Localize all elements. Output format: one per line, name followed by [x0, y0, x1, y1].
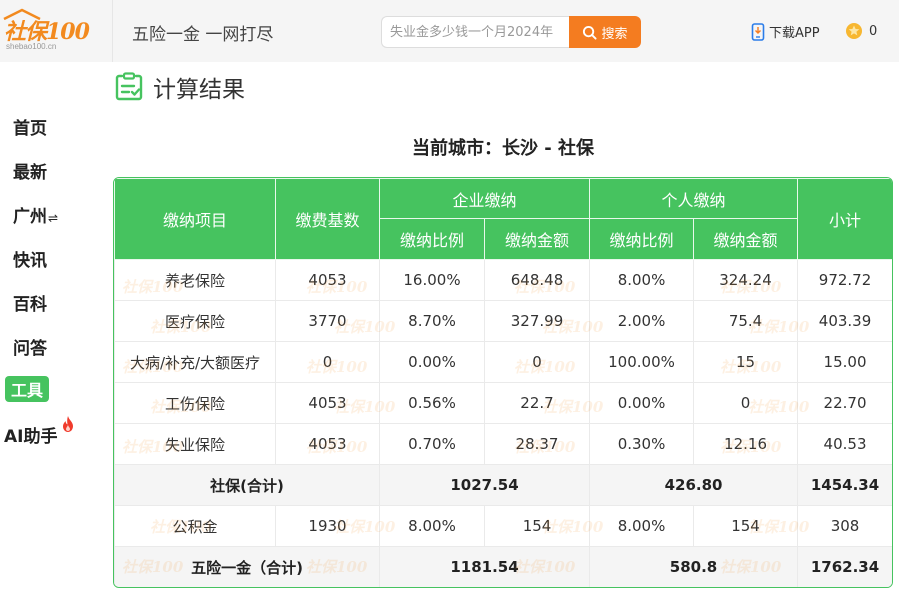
grand-total-label: 五险一金（合计) — [114, 546, 380, 587]
cell-base: 4053 — [275, 423, 380, 465]
cell-personal-amount: 15 — [693, 341, 799, 383]
table-row: 养老保险 4053 16.00% 648.48 8.00% 324.24 972… — [114, 259, 892, 301]
header-divider — [112, 0, 113, 62]
header-subtotal: 小计 — [797, 178, 892, 260]
cell-personal-ratio: 0.30% — [589, 423, 695, 465]
result-table: 缴纳项目 缴费基数 企业缴纳 个人缴纳 小计 缴纳比例 缴纳金额 缴纳比例 缴纳… — [114, 178, 892, 587]
header-base: 缴费基数 — [275, 178, 380, 260]
cell-personal-amount: 12.16 — [693, 423, 799, 465]
site-slogan: 五险一金 一网打尽 — [132, 25, 274, 45]
nav-item-city[interactable]: 广州⇌ — [13, 202, 58, 227]
social-total-personal: 426.80 — [589, 464, 799, 506]
table-row: 医疗保险 3770 8.70% 327.99 2.00% 75.4 403.39 — [114, 300, 892, 342]
cell-item: 养老保险 — [114, 259, 276, 301]
social-total-subtotal: 1454.34 — [797, 464, 892, 506]
cell-personal-amount: 154 — [693, 505, 799, 547]
cell-company-ratio: 0.00% — [379, 341, 485, 383]
cell-company-amount: 28.37 — [483, 423, 591, 465]
grand-total-personal: 580.8 — [589, 546, 799, 587]
cell-base: 1930 — [275, 505, 380, 547]
housing-fund-row: 公积金 1930 8.00% 154 8.00% 154 308 — [114, 505, 892, 547]
table-row: 工伤保险 4053 0.56% 22.7 0.00% 0 22.70 — [114, 382, 892, 424]
result-table-container: 缴纳项目 缴费基数 企业缴纳 个人缴纳 小计 缴纳比例 缴纳金额 缴纳比例 缴纳… — [113, 177, 893, 588]
cell-subtotal: 22.70 — [797, 382, 892, 424]
cell-personal-ratio: 8.00% — [589, 505, 695, 547]
nav-item-wiki[interactable]: 百科 — [13, 290, 47, 315]
city-switch-icon: ⇌ — [48, 211, 59, 225]
header-personal-ratio: 缴纳比例 — [589, 218, 695, 260]
nav-item-latest[interactable]: 最新 — [13, 158, 47, 183]
cell-company-amount: 0 — [483, 341, 591, 383]
coin-icon — [846, 23, 862, 39]
flame-icon — [63, 416, 73, 432]
coin-count: 0 — [869, 23, 878, 39]
cell-company-ratio: 16.00% — [379, 259, 485, 301]
coin-balance[interactable]: 0 — [845, 22, 877, 40]
nav-item-qa[interactable]: 问答 — [13, 334, 47, 359]
cell-item: 大病/补充/大额医疗 — [114, 341, 276, 383]
nav-item-tools[interactable]: 工具 — [5, 376, 50, 402]
social-total-label: 社保(合计) — [114, 464, 380, 506]
nav-item-ai-assistant[interactable]: AI助手 — [4, 416, 73, 447]
cell-base: 4053 — [275, 382, 380, 424]
cell-base: 3770 — [275, 300, 380, 342]
cell-company-ratio: 8.00% — [379, 505, 485, 547]
cell-personal-ratio: 100.00% — [589, 341, 695, 383]
grand-total-row: 五险一金（合计) 1181.54 580.8 1762.34 — [114, 546, 892, 587]
search-box — [381, 16, 571, 48]
cell-company-ratio: 0.70% — [379, 423, 485, 465]
phone-icon — [751, 22, 765, 41]
nav-item-news[interactable]: 快讯 — [13, 246, 47, 271]
cell-personal-ratio: 8.00% — [589, 259, 695, 301]
social-total-row: 社保(合计) 1027.54 426.80 1454.34 — [114, 464, 892, 506]
cell-personal-ratio: 2.00% — [589, 300, 695, 342]
header-company-amount: 缴纳金额 — [483, 218, 591, 260]
cell-company-ratio: 8.70% — [379, 300, 485, 342]
site-logo[interactable]: 社保100 shebao100.cn — [0, 8, 112, 54]
cell-subtotal: 40.53 — [797, 423, 892, 465]
search-icon — [583, 25, 598, 40]
cell-personal-amount: 0 — [693, 382, 799, 424]
search-input[interactable] — [382, 17, 571, 47]
cell-item: 失业保险 — [114, 423, 276, 465]
cell-company-amount: 22.7 — [483, 382, 591, 424]
clipboard-icon — [115, 72, 143, 101]
cell-company-amount: 327.99 — [483, 300, 591, 342]
search-button[interactable]: 搜索 — [569, 16, 641, 48]
nav-item-home[interactable]: 首页 — [13, 114, 47, 139]
result-title: 计算结果 — [113, 70, 245, 104]
header-company: 企业缴纳 — [378, 178, 591, 219]
grand-total-company: 1181.54 — [378, 546, 591, 587]
cell-subtotal: 308 — [797, 505, 892, 547]
cell-item: 工伤保险 — [114, 382, 276, 424]
cell-subtotal: 972.72 — [797, 259, 892, 301]
download-app-label: 下载APP — [769, 26, 820, 41]
cell-subtotal: 15.00 — [797, 341, 892, 383]
cell-company-ratio: 0.56% — [379, 382, 485, 424]
cell-company-amount: 648.48 — [483, 259, 591, 301]
cell-company-amount: 154 — [483, 505, 591, 547]
cell-personal-ratio: 0.00% — [589, 382, 695, 424]
search-button-label: 搜索 — [601, 26, 628, 42]
cell-personal-amount: 75.4 — [693, 300, 799, 342]
current-city-label: 当前城市：长沙 - 社保 — [411, 138, 594, 159]
logo-domain: shebao100.cn — [6, 42, 57, 51]
cell-subtotal: 403.39 — [797, 300, 892, 342]
header-personal-amount: 缴纳金额 — [693, 218, 799, 260]
table-row: 大病/补充/大额医疗 0 0.00% 0 100.00% 15 15.00 — [114, 341, 892, 383]
result-title-text: 计算结果 — [153, 77, 245, 103]
table-row: 失业保险 4053 0.70% 28.37 0.30% 12.16 40.53 — [114, 423, 892, 465]
header-item: 缴纳项目 — [114, 178, 276, 260]
download-app-link[interactable]: 下载APP — [751, 22, 820, 41]
header-company-ratio: 缴纳比例 — [379, 218, 485, 260]
social-total-company: 1027.54 — [378, 464, 591, 506]
cell-item: 医疗保险 — [114, 300, 276, 342]
cell-base: 4053 — [275, 259, 380, 301]
cell-base: 0 — [275, 341, 380, 383]
cell-item: 公积金 — [114, 505, 276, 547]
header-personal: 个人缴纳 — [589, 178, 799, 219]
cell-personal-amount: 324.24 — [693, 259, 799, 301]
top-header: 社保100 shebao100.cn 五险一金 一网打尽 搜索 下载APP 0 — [0, 0, 899, 62]
grand-total-subtotal: 1762.34 — [797, 546, 892, 587]
